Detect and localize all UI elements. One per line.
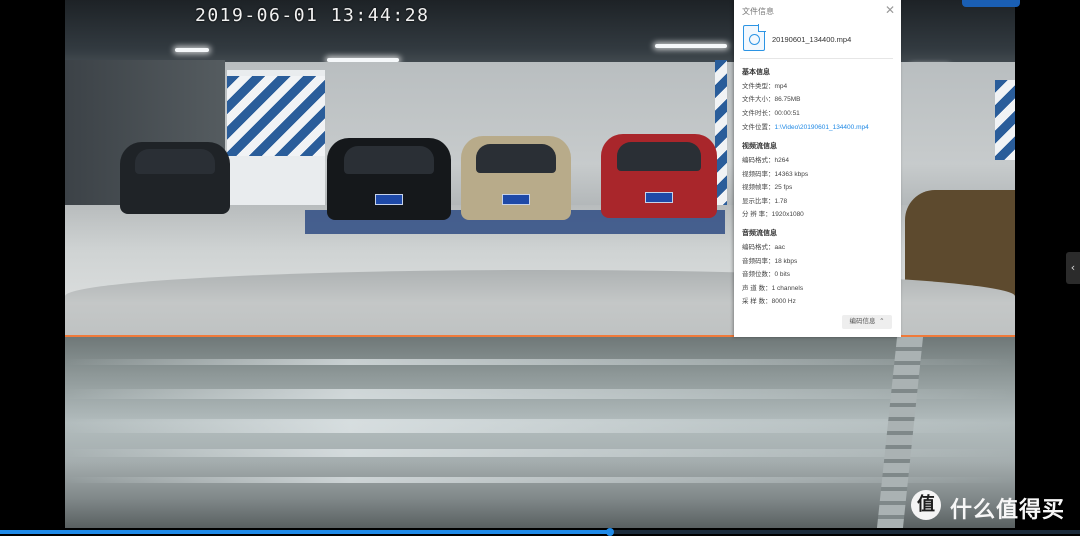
recording-timestamp: 2019-06-01 13:44:28 (195, 5, 430, 26)
info-row-audio-bits: 音频位数：0 bits (742, 271, 791, 278)
motion-streak (65, 419, 1015, 433)
basic-info-heading: 基本信息 (742, 69, 770, 76)
info-row-audio-codec: 编码格式：aac (742, 244, 785, 251)
info-row-location: 文件位置：1:\Video\20190601_134400.mp4 (742, 124, 869, 131)
parked-car (120, 142, 230, 214)
codec-info-label: 编码信息 (849, 318, 876, 325)
info-row-duration: 文件时长：00:00:51 (742, 110, 800, 117)
file-location-link[interactable]: 1:\Video\20190601_134400.mp4 (775, 124, 869, 131)
ceiling-light (655, 44, 727, 48)
info-row-resolution: 分 辨 率：1920x1080 (742, 211, 804, 218)
info-row-audio-bitrate: 音频码率：18 kbps (742, 258, 798, 265)
pillar-stripes (227, 76, 325, 156)
video-player: 2019-06-01 13:44:28 ‹ 文件信息 ✕ 20190601_13… (0, 0, 1080, 536)
codec-info-button[interactable]: 编码信息 ⌃ (842, 315, 892, 329)
close-icon[interactable]: ✕ (884, 4, 896, 16)
chevron-up-icon: ⌃ (877, 318, 885, 325)
info-row-file-size: 文件大小：86.75MB (742, 96, 801, 103)
info-row-video-bitrate: 视频码率：14363 kbps (742, 171, 809, 178)
motion-streak (65, 359, 1015, 365)
panel-title: 文件信息 (742, 7, 774, 16)
watermark-logo: 值 (911, 490, 941, 520)
info-row-frame-rate: 视频帧率：25 fps (742, 184, 793, 191)
file-info-panel: 文件信息 ✕ 20190601_134400.mp4 基本信息 文件类型：mp4… (734, 0, 901, 337)
panel-divider (740, 58, 893, 59)
info-row-file-type: 文件类型：mp4 (742, 83, 788, 90)
rear-camera-view (65, 337, 1015, 528)
info-row-aspect-ratio: 显示比率：1.78 (742, 198, 788, 205)
info-row-channels: 声 道 数：1 channels (742, 285, 804, 292)
watermark-text: 什么值得买 (950, 498, 1066, 523)
parked-car (601, 134, 717, 218)
progress-bar[interactable] (0, 528, 1080, 536)
side-panel-toggle[interactable]: ‹ (1066, 252, 1080, 284)
ceiling-light (175, 48, 209, 52)
chevron-left-icon: ‹ (1070, 261, 1076, 274)
info-row-sample-rate: 采 样 数：8000 Hz (742, 298, 796, 305)
motion-streak (65, 389, 1015, 399)
parked-car (461, 136, 571, 220)
corner-badge[interactable] (962, 0, 1020, 7)
file-name: 20190601_134400.mp4 (772, 35, 852, 44)
progress-fill (0, 530, 611, 534)
progress-handle[interactable] (606, 528, 615, 536)
video-file-icon (743, 24, 766, 51)
video-stream-heading: 视频流信息 (742, 143, 777, 150)
parked-car (327, 138, 451, 220)
audio-stream-heading: 音频流信息 (742, 230, 777, 237)
motion-streak (65, 449, 1015, 457)
pillar-stripes (995, 80, 1015, 160)
motion-streak (65, 477, 1015, 483)
info-row-video-codec: 编码格式：h264 (742, 157, 789, 164)
